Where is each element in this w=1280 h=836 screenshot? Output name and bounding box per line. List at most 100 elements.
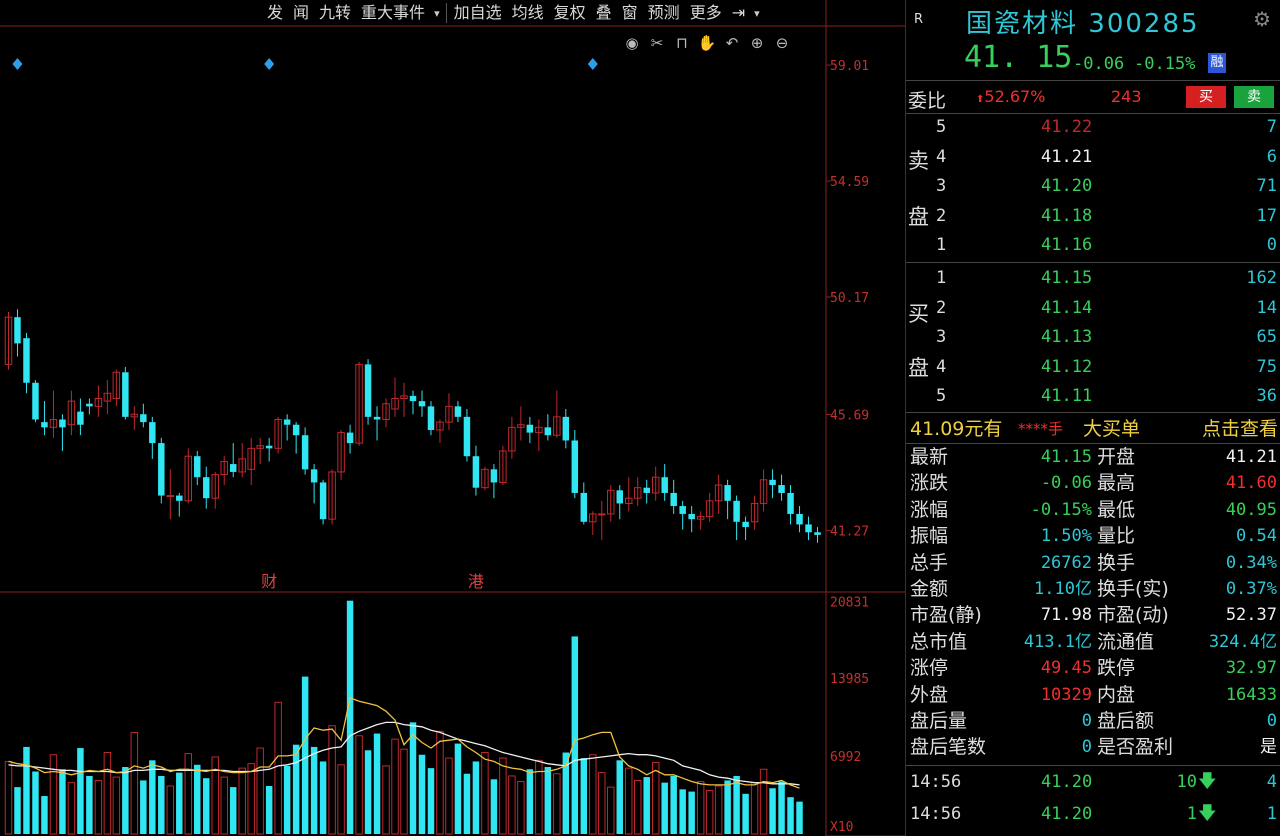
order-volume: 65: [1256, 327, 1277, 347]
candle-body: [194, 456, 201, 478]
stat-value: 0: [1266, 711, 1277, 731]
stat-label: 总手: [910, 551, 949, 574]
tick-price: 41.20: [1041, 772, 1093, 792]
gear-icon[interactable]: ⚙: [1253, 7, 1271, 31]
chevron-down-icon[interactable]: ▾: [750, 7, 764, 20]
price-axis-label: 54.59: [830, 175, 869, 190]
candle-body: [41, 422, 48, 428]
volume-bar: [49, 754, 58, 835]
toolbar-window[interactable]: 窗: [617, 0, 643, 26]
big-order-view-link[interactable]: 点击查看: [1202, 415, 1278, 443]
stat-value: 32.97: [1225, 658, 1277, 679]
volume-bar: [382, 765, 390, 835]
buy-order-row[interactable]: 1 41.15 162: [906, 264, 1280, 292]
volume-bar: [526, 769, 534, 834]
volume-bar: [355, 735, 363, 835]
volume-bar: [220, 776, 228, 835]
chevron-down-icon[interactable]: ▾: [430, 7, 444, 20]
toolbar-more[interactable]: 更多: [685, 0, 727, 26]
stat-value: 0.34%: [1225, 552, 1277, 573]
buy-order-row[interactable]: 3 41.13 65: [906, 323, 1280, 351]
buy-button[interactable]: 买: [1186, 86, 1226, 108]
stat-label: 换手: [1097, 551, 1136, 574]
volume-bar: [759, 768, 768, 835]
toolbar-forecast[interactable]: 预测: [643, 0, 685, 26]
toolbar-major-events[interactable]: 重大事件: [356, 0, 430, 26]
zoom-out-icon[interactable]: ⊖: [772, 33, 792, 53]
volume-bar: [59, 769, 66, 834]
volume-bar: [679, 789, 686, 834]
sell-order-row[interactable]: 1 41.16 0: [906, 231, 1280, 259]
volume-bar: [454, 743, 462, 834]
order-level: 4: [936, 146, 947, 167]
sell-order-row[interactable]: 4 41.21 6: [906, 143, 1280, 171]
toolbar-overlay[interactable]: 叠: [591, 0, 617, 26]
candle-body: [814, 532, 821, 535]
volume-bar: [373, 733, 381, 834]
lock-icon[interactable]: ⊓: [672, 33, 692, 53]
sell-button[interactable]: 卖: [1234, 86, 1274, 108]
event-diamond-icon: [12, 58, 23, 70]
kline-chart-area[interactable]: 59.01 54.59 50.17 45.69 41.27 20831 13985 6992 X…: [0, 0, 905, 836]
stat-label: 金额: [910, 578, 949, 600]
hand-icon[interactable]: ✋: [697, 33, 717, 53]
stat-label: 是否盈利: [1097, 736, 1174, 759]
toolbar-adjust[interactable]: 复权: [549, 0, 591, 26]
toolbar-moving-average[interactable]: 均线: [507, 0, 549, 26]
stat-value: 是: [1260, 737, 1277, 758]
candle-body: [176, 495, 183, 501]
sell-order-row[interactable]: 3 41.20 71: [906, 172, 1280, 200]
undo-icon[interactable]: ↶: [722, 33, 742, 53]
stat-label: 盘后笔数: [910, 736, 987, 759]
volume-bar: [4, 760, 13, 835]
quote-panel: R 国瓷材料 300285 ⚙ 41. 15 -0.06 -0.15% 融 委比…: [905, 0, 1280, 836]
eye-icon[interactable]: ◉: [622, 33, 642, 53]
candle-body: [265, 445, 273, 449]
tick-volume: 10: [1176, 772, 1197, 792]
sell-order-row[interactable]: 5 41.22 7: [906, 113, 1280, 141]
stat-value: 41.15: [1040, 447, 1092, 467]
volume-bar: [499, 757, 507, 835]
order-level: 2: [936, 205, 947, 226]
price-axis-label: 50.17: [830, 291, 869, 306]
order-level: 2: [936, 297, 947, 318]
stat-value: 0: [1081, 737, 1092, 758]
stats-row: 振幅 1.50% 量比 0.54: [906, 523, 1280, 549]
big-order-price: 41.09元有: [910, 418, 1003, 440]
toolbar-news[interactable]: 闻: [288, 0, 314, 26]
candle-body: [59, 419, 66, 428]
toolbar-jiuzhuan[interactable]: 九转: [314, 0, 356, 26]
buy-order-row[interactable]: 2 41.14 14: [906, 294, 1280, 322]
big-order-row[interactable]: 41.09元有 ****手 大买单 点击查看: [906, 415, 1280, 443]
order-level: 1: [936, 235, 947, 255]
stock-name-code[interactable]: 国瓷材料 300285: [966, 3, 1200, 40]
sell-order-row[interactable]: 2 41.18 17: [906, 202, 1280, 230]
stat-label: 总市值: [910, 630, 968, 653]
last-price: 41. 15: [964, 40, 1073, 75]
event-marker-label: 港: [468, 572, 484, 591]
collapse-panel-icon[interactable]: ⇥: [727, 0, 750, 26]
chart-tool-icons: ◉ ✂ ⊓ ✋ ↶ ⊕ ⊖: [622, 33, 792, 53]
buy-order-row[interactable]: 5 41.11 36: [906, 382, 1280, 410]
toolbar-fa[interactable]: 发: [262, 0, 288, 26]
volume-bar: [436, 730, 444, 835]
volume-bar: [41, 796, 48, 834]
candle-body: [14, 317, 21, 344]
zoom-in-icon[interactable]: ⊕: [747, 33, 767, 53]
volume-bar: [705, 789, 714, 835]
buy-order-row[interactable]: 4 41.12 75: [906, 353, 1280, 381]
candle-body: [409, 395, 417, 402]
stat-label: 最低: [1097, 498, 1136, 521]
volume-bar: [714, 785, 723, 835]
big-order-hands: ****手: [1018, 420, 1064, 438]
scissors-icon[interactable]: ✂: [647, 33, 667, 53]
stat-value: 40.95: [1225, 499, 1277, 520]
toolbar-add-watchlist[interactable]: 加自选: [449, 0, 507, 26]
stats-row: 总市值 413.1亿 流通值 324.4亿: [906, 629, 1280, 655]
kline-chart-svg[interactable]: 59.01 54.59 50.17 45.69 41.27 20831 13985 6992 X…: [0, 0, 905, 836]
candle-body: [418, 401, 426, 407]
order-price: 41.16: [1041, 235, 1093, 255]
stat-label: 涨停: [910, 657, 949, 680]
candle-body: [562, 416, 570, 441]
volume-bar: [112, 776, 121, 835]
